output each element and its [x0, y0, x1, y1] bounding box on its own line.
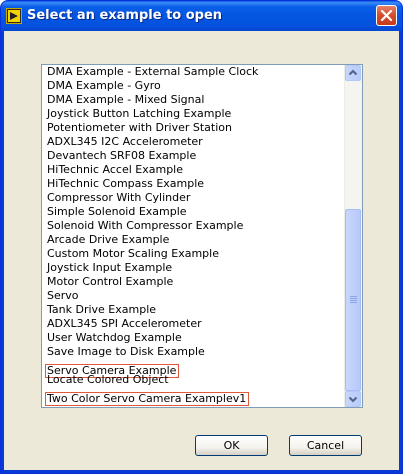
list-item[interactable]: Devantech SRF08 Example — [45, 149, 345, 163]
list-row[interactable]: Servo Camera Example — [45, 359, 345, 378]
list-row[interactable]: DMA Example - Gyro — [45, 79, 345, 93]
list-item[interactable]: Locate Colored Object — [45, 373, 345, 387]
list-item[interactable]: Motor Control Example — [45, 275, 345, 289]
list-row[interactable]: ADXL345 SPI Accelerometer — [45, 317, 345, 331]
list-row[interactable]: Tank Drive Example — [45, 303, 345, 317]
window-title: Select an example to open — [27, 8, 223, 23]
list-item[interactable]: Servo — [45, 289, 345, 303]
list-row[interactable]: Custom Motor Scaling Example — [45, 247, 345, 261]
close-button[interactable] — [376, 5, 397, 26]
list-item[interactable]: Joystick Button Latching Example — [45, 107, 345, 121]
dialog-body: DMA Example - External Sample Clock DMA E… — [4, 31, 399, 470]
list-item[interactable]: Two Color Servo Camera Examplev1 — [45, 392, 250, 406]
list-row[interactable]: HiTechnic Compass Example — [45, 177, 345, 191]
list-item[interactable]: HiTechnic Compass Example — [45, 177, 345, 191]
list-item[interactable]: Arcade Drive Example — [45, 233, 345, 247]
scroll-up-button[interactable] — [345, 65, 361, 81]
chevron-down-icon — [348, 396, 358, 403]
cancel-button[interactable]: Cancel — [289, 435, 362, 456]
list-item[interactable]: ADXL345 I2C Accelerometer — [45, 135, 345, 149]
list-row[interactable]: Compressor With Cylinder — [45, 191, 345, 205]
list-item[interactable]: Tank Drive Example — [45, 303, 345, 317]
close-icon — [380, 9, 393, 22]
list-item[interactable]: Potentiometer with Driver Station — [45, 121, 345, 135]
examples-list: DMA Example - External Sample Clock DMA E… — [45, 65, 345, 406]
list-row[interactable]: Potentiometer with Driver Station — [45, 121, 345, 135]
list-item[interactable]: Solenoid With Compressor Example — [45, 219, 345, 233]
list-row[interactable]: DMA Example - Mixed Signal — [45, 93, 345, 107]
list-row[interactable]: Save Image to Disk Example — [45, 345, 345, 359]
scroll-down-button[interactable] — [345, 391, 361, 407]
chevron-up-icon — [348, 69, 358, 76]
list-row[interactable]: Motor Control Example — [45, 275, 345, 289]
list-item[interactable]: Simple Solenoid Example — [45, 205, 345, 219]
title-bar[interactable]: Select an example to open — [1, 1, 402, 31]
list-item[interactable]: Joystick Input Example — [45, 261, 345, 275]
list-item[interactable]: DMA Example - Mixed Signal — [45, 93, 345, 107]
list-item[interactable]: DMA Example - External Sample Clock — [45, 65, 345, 79]
list-row[interactable]: ADXL345 I2C Accelerometer — [45, 135, 345, 149]
dialog-window: Select an example to open DMA Example - … — [0, 0, 403, 474]
list-row[interactable]: Devantech SRF08 Example — [45, 149, 345, 163]
grip-line — [350, 300, 357, 301]
list-row[interactable]: User Watchdog Example — [45, 331, 345, 345]
list-item[interactable]: Compressor With Cylinder — [45, 191, 345, 205]
ok-button[interactable]: OK — [195, 435, 268, 456]
list-row[interactable]: Solenoid With Compressor Example — [45, 219, 345, 233]
list-item[interactable]: User Watchdog Example — [45, 331, 345, 345]
grip-line — [350, 296, 357, 297]
list-row[interactable]: DMA Example - External Sample Clock — [45, 65, 345, 79]
vertical-scrollbar[interactable] — [344, 65, 362, 407]
labview-icon — [6, 8, 22, 24]
list-row[interactable]: Servo — [45, 289, 345, 303]
list-row[interactable]: HiTechnic Accel Example — [45, 163, 345, 177]
list-item[interactable]: DMA Example - Gyro — [45, 79, 345, 93]
examples-listbox[interactable]: DMA Example - External Sample Clock DMA E… — [41, 64, 363, 408]
list-item[interactable]: ADXL345 SPI Accelerometer — [45, 317, 345, 331]
list-row[interactable]: Simple Solenoid Example — [45, 205, 345, 219]
list-row[interactable]: Joystick Button Latching Example — [45, 107, 345, 121]
scroll-thumb[interactable] — [345, 209, 361, 391]
grip-line — [350, 298, 357, 299]
list-item[interactable]: HiTechnic Accel Example — [45, 163, 345, 177]
list-item[interactable]: Custom Motor Scaling Example — [45, 247, 345, 261]
list-item[interactable]: Save Image to Disk Example — [45, 345, 345, 359]
list-row[interactable]: Arcade Drive Example — [45, 233, 345, 247]
list-row[interactable]: Locate Colored Object — [45, 373, 345, 387]
grip-line — [350, 302, 357, 303]
list-row[interactable]: Two Color Servo Camera Examplev1 — [45, 387, 345, 406]
list-row[interactable]: Joystick Input Example — [45, 261, 345, 275]
